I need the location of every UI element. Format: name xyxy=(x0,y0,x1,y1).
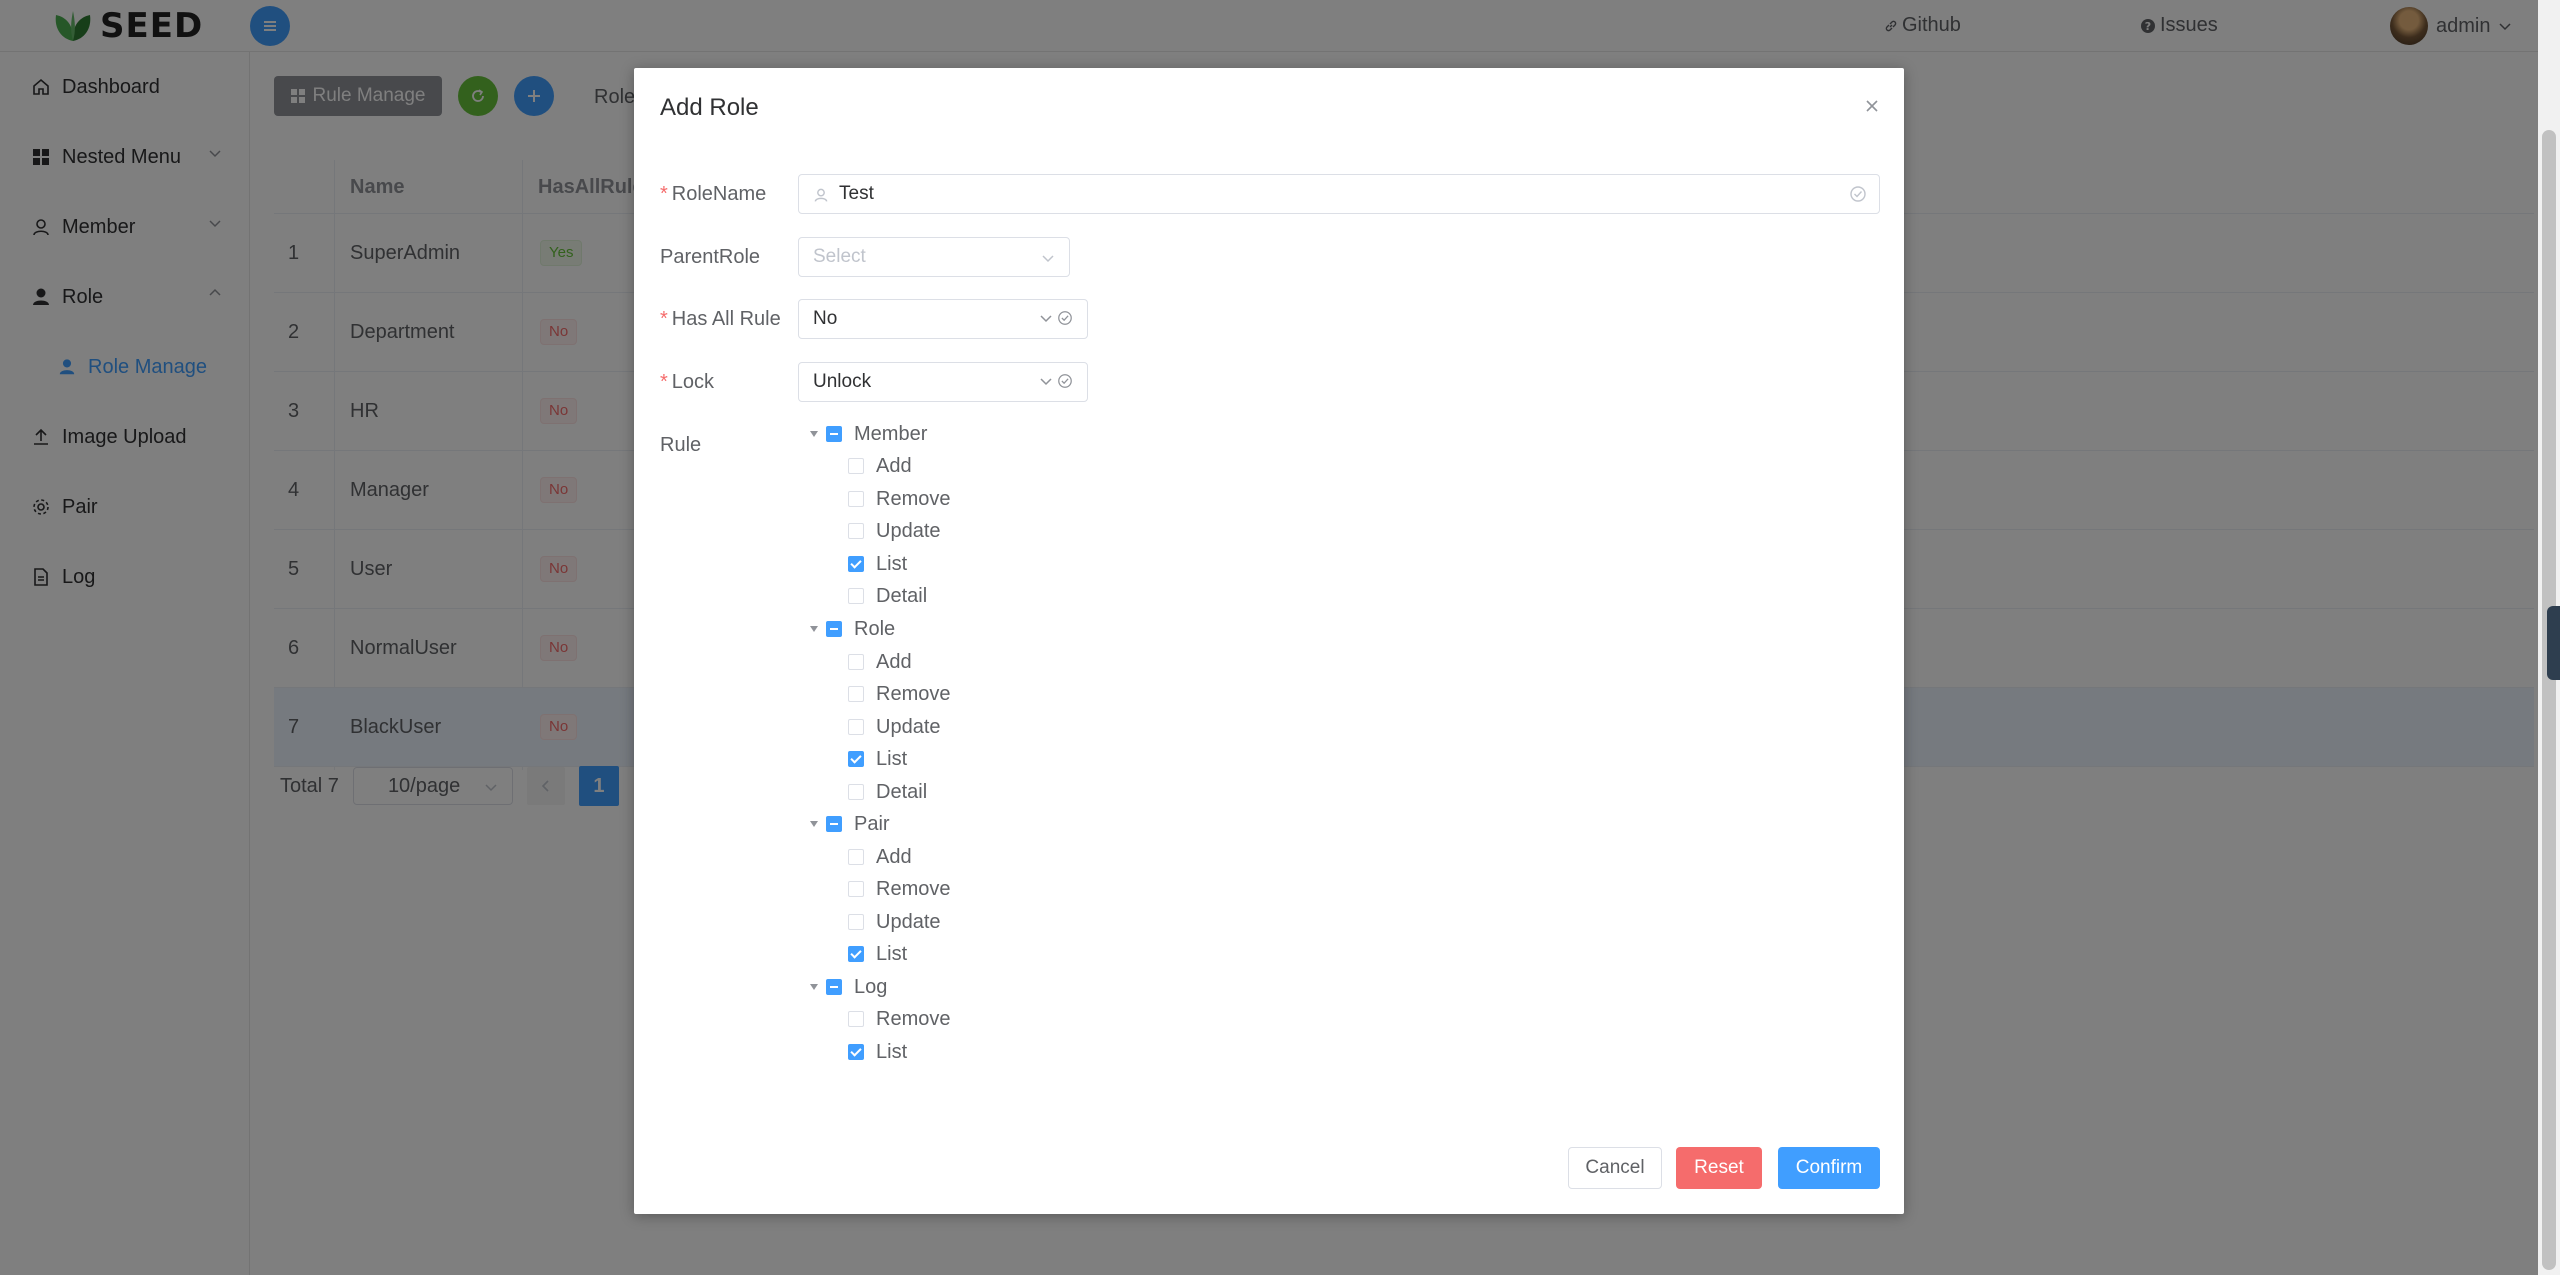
select-suffix xyxy=(1039,310,1073,326)
tree-node-label: Detail xyxy=(876,584,928,607)
tree-checkbox[interactable] xyxy=(848,881,864,897)
tree-node-label: Remove xyxy=(876,487,951,510)
tree-node-label: List xyxy=(876,552,908,575)
confirm-button[interactable]: Confirm xyxy=(1778,1147,1880,1189)
tree-checkbox[interactable] xyxy=(826,621,842,637)
tree-node-label: Role xyxy=(854,617,896,640)
scrollbar-thumb[interactable] xyxy=(2542,130,2556,1270)
tree-node-pair-remove[interactable]: Remove xyxy=(848,873,950,905)
parent-role-placeholder: Select xyxy=(813,246,866,267)
lock-label-text: Lock xyxy=(671,371,715,393)
tree-checkbox[interactable] xyxy=(826,979,842,995)
tree-checkbox[interactable] xyxy=(848,654,864,670)
tree-node-role-update[interactable]: Update xyxy=(848,711,941,743)
chevron-down-icon xyxy=(1040,315,1052,323)
tree-node-label: List xyxy=(876,1040,908,1063)
caret-down-icon[interactable] xyxy=(804,613,824,645)
tree-node-member-add[interactable]: Add xyxy=(848,450,912,482)
tree-node-pair-add[interactable]: Add xyxy=(848,841,912,873)
tree-node-log-remove[interactable]: Remove xyxy=(848,1003,950,1035)
tree-checkbox[interactable] xyxy=(848,588,864,604)
has-all-rule-label: * Has All Rule xyxy=(660,308,781,330)
tree-checkbox[interactable] xyxy=(848,458,864,474)
tree-node-pair-list[interactable]: List xyxy=(848,938,907,970)
role-name-label-text: RoleName xyxy=(671,183,767,205)
tree-checkbox[interactable] xyxy=(848,491,864,507)
has-all-rule-value: No xyxy=(813,308,838,329)
tree-checkbox[interactable] xyxy=(848,751,864,767)
tree-checkbox[interactable] xyxy=(848,1044,864,1060)
tree-checkbox[interactable] xyxy=(826,816,842,832)
check-circle-icon xyxy=(1058,311,1072,325)
lock-select[interactable]: Unlock xyxy=(798,362,1088,402)
has-all-rule-select[interactable]: No xyxy=(798,299,1088,339)
chevron-down-icon xyxy=(1042,255,1054,263)
role-name-input[interactable]: Test xyxy=(798,174,1880,214)
add-role-dialog: Add Role * RoleName Test ParentRole Selec… xyxy=(634,68,1904,1214)
tree-node-pair[interactable]: Pair xyxy=(804,808,890,840)
select-suffix xyxy=(1039,373,1073,389)
tree-node-pair-update[interactable]: Update xyxy=(848,906,941,938)
tree-node-label: Update xyxy=(876,519,941,542)
tree-node-label: Detail xyxy=(876,780,928,803)
tree-node-label: Remove xyxy=(876,877,951,900)
tree-checkbox[interactable] xyxy=(848,849,864,865)
tree-checkbox[interactable] xyxy=(848,784,864,800)
tree-node-label: Add xyxy=(876,454,912,477)
tree-checkbox[interactable] xyxy=(848,1011,864,1027)
caret-down-icon[interactable] xyxy=(804,808,824,840)
tree-node-label: Update xyxy=(876,715,941,738)
reset-button[interactable]: Reset xyxy=(1676,1147,1762,1189)
tree-node-label: Pair xyxy=(854,812,890,835)
tree-node-role-list[interactable]: List xyxy=(848,743,907,775)
tree-node-label: Remove xyxy=(876,1007,951,1030)
tree-node-role-detail[interactable]: Detail xyxy=(848,776,927,808)
tree-checkbox[interactable] xyxy=(848,556,864,572)
tree-checkbox[interactable] xyxy=(826,426,842,442)
role-name-label: * RoleName xyxy=(660,183,767,205)
tree-node-member-list[interactable]: List xyxy=(848,548,907,580)
tree-checkbox[interactable] xyxy=(848,946,864,962)
cancel-button[interactable]: Cancel xyxy=(1568,1147,1662,1189)
tree-checkbox[interactable] xyxy=(848,719,864,735)
caret-down-icon[interactable] xyxy=(804,418,824,450)
tree-node-label: Update xyxy=(876,910,941,933)
parent-role-select[interactable]: Select xyxy=(798,237,1070,277)
tree-node-label: List xyxy=(876,747,908,770)
parent-role-label: ParentRole xyxy=(660,246,761,268)
tree-node-role[interactable]: Role xyxy=(804,613,895,645)
user-icon xyxy=(814,188,828,202)
lock-label: * Lock xyxy=(660,371,715,393)
dialog-title: Add Role xyxy=(660,94,759,121)
tree-node-label: List xyxy=(876,942,908,965)
tree-node-role-remove[interactable]: Remove xyxy=(848,678,950,710)
tree-node-label: Log xyxy=(854,975,888,998)
tree-node-member-update[interactable]: Update xyxy=(848,515,941,547)
caret-down-icon[interactable] xyxy=(804,971,824,1003)
tree-node-label: Remove xyxy=(876,682,951,705)
tree-checkbox[interactable] xyxy=(848,686,864,702)
close-button[interactable] xyxy=(1864,98,1884,118)
has-all-rule-label-text: Has All Rule xyxy=(671,308,781,330)
tree-node-member[interactable]: Member xyxy=(804,418,927,450)
tree-node-member-remove[interactable]: Remove xyxy=(848,483,950,515)
check-circle-icon xyxy=(1058,374,1072,388)
close-icon xyxy=(1866,100,1878,112)
tree-checkbox[interactable] xyxy=(848,914,864,930)
chevron-down-icon xyxy=(1040,378,1052,386)
tree-node-label: Add xyxy=(876,650,912,673)
tree-node-role-add[interactable]: Add xyxy=(848,646,912,678)
tree-node-log-list[interactable]: List xyxy=(848,1036,907,1068)
tree-node-log[interactable]: Log xyxy=(804,971,887,1003)
tree-node-label: Add xyxy=(876,845,912,868)
tree-checkbox[interactable] xyxy=(848,523,864,539)
tree-node-member-detail[interactable]: Detail xyxy=(848,580,927,612)
side-panel-handle[interactable] xyxy=(2547,606,2560,680)
tree-node-label: Member xyxy=(854,422,928,445)
role-name-value: Test xyxy=(839,183,874,204)
rule-label: Rule xyxy=(660,434,702,456)
lock-value: Unlock xyxy=(813,371,872,392)
check-circle-icon xyxy=(1850,186,1866,202)
